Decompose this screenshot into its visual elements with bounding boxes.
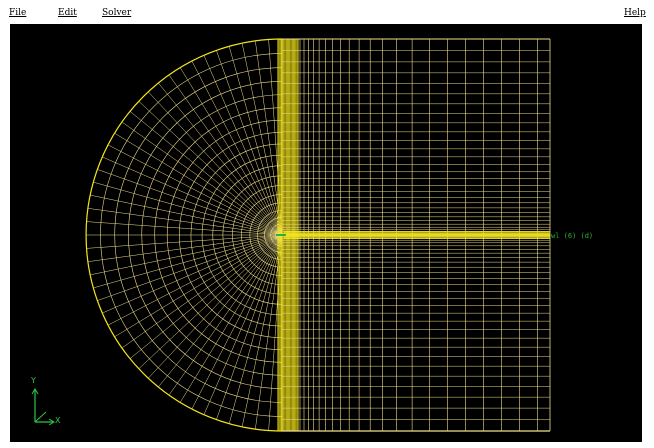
mesh-radial-line bbox=[168, 234, 283, 396]
mesh-radial-line bbox=[158, 82, 283, 236]
mesh-radial-line bbox=[114, 234, 283, 338]
axis-x-label: X bbox=[55, 416, 61, 425]
mesh-radial-line bbox=[129, 111, 283, 236]
mesh-radial-line bbox=[86, 234, 283, 249]
mesh-radial-line bbox=[114, 132, 283, 236]
mesh-radial-line bbox=[191, 234, 283, 410]
mesh-radial-line bbox=[179, 234, 283, 403]
mesh-viewport[interactable]: wl (6) (d) Y X bbox=[10, 24, 642, 442]
mesh-radial-line bbox=[107, 144, 283, 236]
axis-y-label: Y bbox=[31, 376, 36, 385]
mesh-radial-line bbox=[203, 234, 283, 415]
mesh-radial-line bbox=[158, 234, 283, 388]
axis-triad: Y X bbox=[22, 376, 62, 426]
zone-label: wl (6) (d) bbox=[551, 232, 594, 240]
app-window: File Edit Solver Help wl (6) (d) Y X bbox=[0, 0, 654, 448]
mesh-radial-line bbox=[129, 234, 283, 359]
mesh-radial-line bbox=[121, 121, 283, 236]
mesh-radial-line bbox=[102, 234, 283, 314]
mesh-radial-line bbox=[102, 156, 283, 236]
mesh-radial-line bbox=[268, 234, 283, 431]
menubar: File Edit Solver Help bbox=[0, 0, 654, 24]
mesh-radial-line bbox=[203, 55, 283, 236]
mesh-radial-line bbox=[268, 39, 283, 236]
mesh-radial-line bbox=[107, 234, 283, 326]
mesh-radial-line bbox=[179, 67, 283, 236]
mesh-radial-line bbox=[191, 60, 283, 236]
menu-solver[interactable]: Solver bbox=[102, 8, 131, 18]
mesh-canvas[interactable] bbox=[10, 24, 642, 442]
mesh-radial-line bbox=[168, 74, 283, 236]
menu-help[interactable]: Help bbox=[624, 8, 646, 18]
menu-edit[interactable]: Edit bbox=[58, 8, 77, 18]
menu-file[interactable]: File bbox=[9, 8, 26, 18]
mesh-radial-line bbox=[121, 234, 283, 349]
mesh-radial-line bbox=[86, 221, 283, 236]
